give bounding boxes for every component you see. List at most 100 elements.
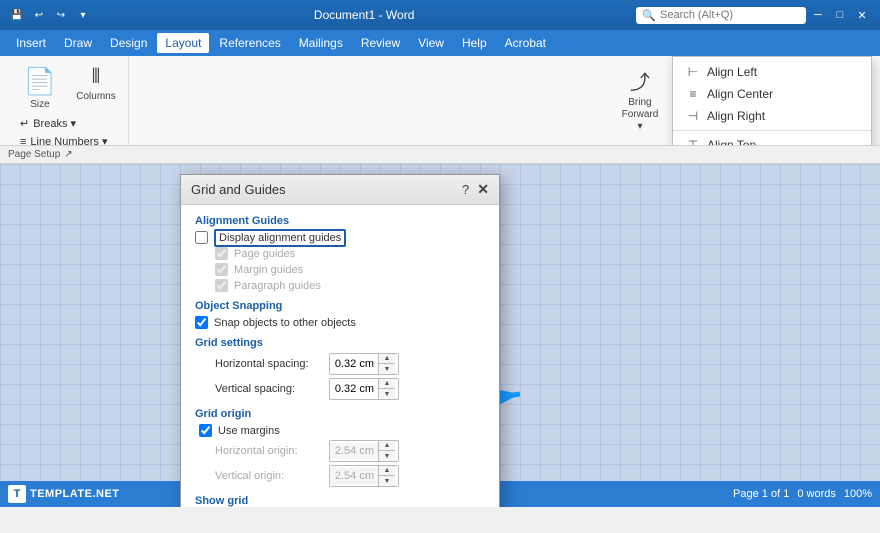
menu-references[interactable]: References [211, 33, 288, 53]
align-dropdown: ⊢ Align Left ≡ Align Center ⊣ Align Righ… [672, 56, 872, 146]
separator-1 [673, 130, 871, 131]
paragraph-guides-checkbox[interactable] [215, 279, 228, 292]
ribbon-spacer [129, 56, 608, 145]
bring-forward-label: BringForward ▾ [622, 97, 659, 133]
h-origin-up[interactable]: ▲ [379, 441, 395, 451]
menu-insert[interactable]: Insert [8, 33, 54, 53]
template-logo: T TEMPLATE.NET [8, 485, 120, 503]
h-spacing-up[interactable]: ▲ [379, 354, 395, 364]
columns-icon: ⫴ [92, 66, 100, 89]
dialog-titlebar: Grid and Guides ? ✕ [181, 175, 499, 205]
align-top-icon: ⊤ [685, 138, 701, 146]
align-center-icon: ≡ [685, 87, 701, 101]
menu-acrobat[interactable]: Acrobat [497, 33, 554, 53]
page-info: Page 1 of 1 [733, 488, 789, 500]
grid-guides-dialog: Grid and Guides ? ✕ Alignment Guides Dis… [180, 174, 500, 507]
size-button[interactable]: 📄 Size [14, 60, 66, 113]
h-origin-btns: ▲ ▼ [378, 441, 395, 461]
h-origin-down[interactable]: ▼ [379, 451, 395, 461]
undo-btn[interactable]: ↩ [30, 6, 48, 24]
display-guides-label: Display alignment guides [214, 232, 346, 244]
template-t-icon: T [8, 485, 26, 503]
h-origin-spinbox[interactable]: ▲ ▼ [329, 440, 399, 462]
h-spacing-label: Horizontal spacing: [215, 358, 325, 370]
page-setup-text: Page Setup [8, 149, 60, 160]
ribbon-icons-row: 📄 Size ⫴ Columns [14, 60, 122, 113]
use-margins-row: Use margins [199, 424, 485, 437]
dialog-help-btn[interactable]: ? [462, 182, 469, 197]
margin-guides-row: Margin guides [215, 263, 485, 276]
margin-guides-checkbox[interactable] [215, 263, 228, 276]
title-bar-left: 💾 ↩ ↪ ▾ [8, 6, 92, 24]
template-name: TEMPLATE.NET [30, 488, 120, 500]
menu-review[interactable]: Review [353, 33, 408, 53]
menu-design[interactable]: Design [102, 33, 155, 53]
quick-access-toolbar: 💾 ↩ ↪ ▾ [8, 6, 92, 24]
h-origin-label: Horizontal origin: [215, 445, 325, 457]
show-grid-header: Show grid [195, 495, 485, 507]
breaks-label: Breaks ▾ [33, 117, 76, 130]
dialog-title: Grid and Guides [191, 182, 286, 197]
breaks-button[interactable]: ↵ Breaks ▾ [14, 115, 122, 132]
line-numbers-button[interactable]: ≡ Line Numbers ▾ [14, 133, 122, 146]
size-label: Size [30, 99, 49, 111]
columns-button[interactable]: ⫴ Columns [70, 60, 122, 113]
align-center-item[interactable]: ≡ Align Center [673, 83, 871, 105]
page-guides-checkbox[interactable] [215, 247, 228, 260]
display-guides-checkbox[interactable] [195, 231, 208, 244]
object-snapping-header: Object Snapping [195, 300, 485, 312]
h-origin-row: Horizontal origin: ▲ ▼ [215, 440, 485, 462]
save-btn[interactable]: 💾 [8, 6, 26, 24]
menu-layout[interactable]: Layout [157, 33, 209, 53]
use-margins-label: Use margins [218, 425, 280, 437]
status-right: Page 1 of 1 0 words 100% [733, 488, 872, 500]
v-origin-down[interactable]: ▼ [379, 476, 395, 486]
h-spacing-input[interactable] [330, 356, 378, 372]
title-bar: 💾 ↩ ↪ ▾ Document1 - Word 🔍 ─ □ ✕ [0, 0, 880, 30]
search-input[interactable] [660, 9, 800, 21]
close-btn[interactable]: ✕ [852, 5, 872, 25]
minimize-btn[interactable]: ─ [808, 5, 828, 25]
search-bar[interactable]: 🔍 [636, 7, 806, 24]
align-right-label: Align Right [707, 109, 765, 123]
align-right-item[interactable]: ⊣ Align Right [673, 105, 871, 127]
v-spacing-down[interactable]: ▼ [379, 389, 395, 399]
v-origin-spinbox[interactable]: ▲ ▼ [329, 465, 399, 487]
zoom-level: 100% [844, 488, 872, 500]
page-setup-expand[interactable]: ↗ [64, 149, 72, 160]
dialog-close-btn[interactable]: ✕ [477, 181, 489, 198]
menu-help[interactable]: Help [454, 33, 495, 53]
redo-btn[interactable]: ↪ [52, 6, 70, 24]
dialog-body: Alignment Guides Display alignment guide… [181, 205, 499, 507]
v-origin-input[interactable] [330, 468, 378, 484]
h-origin-input[interactable] [330, 443, 378, 459]
menu-mailings[interactable]: Mailings [291, 33, 351, 53]
menu-view[interactable]: View [410, 33, 452, 53]
h-spacing-down[interactable]: ▼ [379, 364, 395, 374]
dropdown-btn[interactable]: ▾ [74, 6, 92, 24]
snap-objects-checkbox[interactable] [195, 316, 208, 329]
restore-btn[interactable]: □ [830, 5, 850, 25]
v-spacing-label: Vertical spacing: [215, 383, 325, 395]
v-origin-up[interactable]: ▲ [379, 466, 395, 476]
align-top-label: Align Top [707, 138, 756, 146]
grid-origin-header: Grid origin [195, 408, 485, 420]
v-origin-btns: ▲ ▼ [378, 466, 395, 486]
v-spacing-input[interactable] [330, 381, 378, 397]
paragraph-guides-label: Paragraph guides [234, 280, 321, 292]
h-spacing-row: Horizontal spacing: ▲ ▼ [215, 353, 485, 375]
bring-forward-button[interactable]: ⤴ BringForward ▾ [614, 60, 666, 135]
align-top-item[interactable]: ⊤ Align Top [673, 134, 871, 146]
h-spacing-spinbox[interactable]: ▲ ▼ [329, 353, 399, 375]
display-guides-text: Display alignment guides [214, 229, 346, 247]
page-guides-label: Page guides [234, 248, 295, 260]
menu-draw[interactable]: Draw [56, 33, 100, 53]
align-left-item[interactable]: ⊢ Align Left [673, 61, 871, 83]
use-margins-checkbox[interactable] [199, 424, 212, 437]
snap-objects-row: Snap objects to other objects [195, 316, 485, 329]
v-spacing-up[interactable]: ▲ [379, 379, 395, 389]
title-bar-controls: 🔍 ─ □ ✕ [636, 5, 872, 25]
v-spacing-row: Vertical spacing: ▲ ▼ [215, 378, 485, 400]
v-spacing-spinbox[interactable]: ▲ ▼ [329, 378, 399, 400]
document-area: Grid and Guides ? ✕ Alignment Guides Dis… [0, 164, 880, 507]
